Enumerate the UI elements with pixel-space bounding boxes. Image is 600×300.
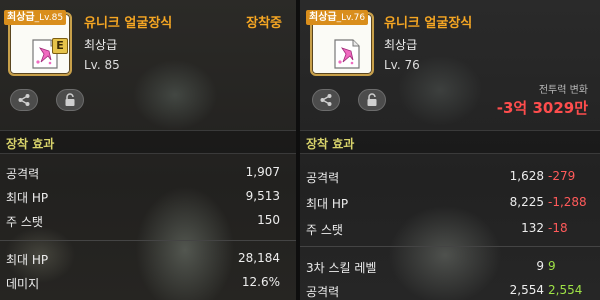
lock-icon xyxy=(367,93,377,106)
stat-value: 28,184 xyxy=(238,251,280,265)
stat-row: 주 스탯 150 xyxy=(0,210,296,232)
equipped-item-panel: 최상급_Lv.85 E 유니크 얼굴장식 장착중 최상급 Lv. 85 장착 효… xyxy=(0,0,296,300)
stat-value: 2,554 xyxy=(509,283,544,297)
equipped-label: 장착중 xyxy=(246,16,282,31)
stat-diff: 2,554 xyxy=(548,283,583,297)
share-button[interactable] xyxy=(312,89,340,111)
share-icon xyxy=(18,94,30,106)
section-label: 장착 효과 xyxy=(306,137,355,151)
item-name: 유니크 얼굴장식 xyxy=(84,16,173,31)
stat-label: 최대 HP xyxy=(306,197,349,211)
stat-diff: -279 xyxy=(548,169,576,183)
share-button[interactable] xyxy=(10,89,38,111)
item-grade: 최상급 xyxy=(84,38,118,52)
lock-button[interactable] xyxy=(358,89,386,111)
stat-row: 공격력 1,907 xyxy=(0,162,296,184)
stat-row: 최대 HP 8,225 -1,288 xyxy=(300,192,600,214)
combat-power-change: -3억 3029만 xyxy=(496,99,588,117)
stat-row: 3차 스킬 레벨 9 9 xyxy=(300,256,600,278)
share-icon xyxy=(320,94,332,106)
stat-value: 12.6% xyxy=(241,275,280,289)
equipped-badge: E xyxy=(52,38,68,54)
lock-button[interactable] xyxy=(56,89,84,111)
item-grade: 최상급 xyxy=(384,38,418,52)
face-accessory-icon xyxy=(334,39,360,69)
item-level: Lv. 76 xyxy=(384,58,420,72)
item-header: 최상급_Lv.76 유니크 얼굴장식 최상급 Lv. 76 전투력 변화 -3억… xyxy=(300,0,600,128)
lock-icon xyxy=(65,93,75,106)
item-level: Lv. 85 xyxy=(84,58,120,72)
stat-label: 공격력 xyxy=(306,171,340,185)
stat-diff: -18 xyxy=(548,221,568,235)
stat-label: 공격력 xyxy=(306,285,340,299)
stat-diff: -1,288 xyxy=(548,195,587,209)
item-name: 유니크 얼굴장식 xyxy=(384,16,473,31)
stat-diff: 9 xyxy=(548,259,556,273)
stat-value: 9 xyxy=(536,259,544,273)
stat-label: 공격력 xyxy=(6,167,40,181)
stat-value: 132 xyxy=(521,221,544,235)
stat-label: 최대 HP xyxy=(6,191,49,205)
equip-effect-header: 장착 효과 xyxy=(300,130,600,154)
divider xyxy=(300,246,600,247)
combat-power-label: 전투력 변화 xyxy=(538,85,588,96)
stat-value: 1,628 xyxy=(509,169,544,183)
stat-row: 공격력 2,554 2,554 xyxy=(300,280,600,300)
stat-row: 공격력 1,628 -279 xyxy=(300,166,600,188)
grade-level-tag: 최상급_Lv.85 xyxy=(4,10,67,25)
stat-row: 주 스탯 132 -18 xyxy=(300,218,600,240)
stat-value: 1,907 xyxy=(245,165,280,179)
stat-label: 주 스탯 xyxy=(306,223,343,237)
stat-row: 최대 HP 9,513 xyxy=(0,186,296,208)
item-header: 최상급_Lv.85 E 유니크 얼굴장식 장착중 최상급 Lv. 85 xyxy=(0,0,296,128)
section-label: 장착 효과 xyxy=(6,137,55,151)
stat-row: 데미지 12.6% xyxy=(0,272,296,294)
stat-value: 9,513 xyxy=(245,189,280,203)
grade-level-tag: 최상급_Lv.76 xyxy=(306,10,369,25)
stat-row: 최대 HP 28,184 xyxy=(0,248,296,270)
divider xyxy=(0,240,296,241)
equip-effect-header: 장착 효과 xyxy=(0,130,296,154)
stat-label: 데미지 xyxy=(6,277,40,291)
compare-item-panel: 최상급_Lv.76 유니크 얼굴장식 최상급 Lv. 76 전투력 변화 -3억… xyxy=(300,0,600,300)
stat-label: 최대 HP xyxy=(6,253,49,267)
stat-value: 150 xyxy=(257,213,280,227)
stat-value: 8,225 xyxy=(509,195,544,209)
stat-label: 3차 스킬 레벨 xyxy=(306,261,377,275)
stat-label: 주 스탯 xyxy=(6,215,43,229)
